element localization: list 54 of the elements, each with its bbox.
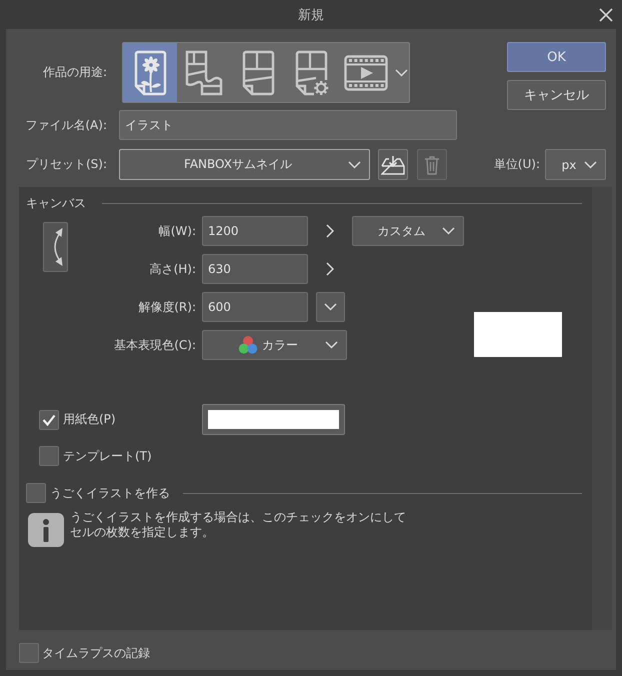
scroll-pages-icon	[184, 50, 224, 96]
unit-dropdown[interactable]: px	[545, 149, 606, 180]
width-field[interactable]: 1200	[202, 216, 308, 246]
info-icon	[28, 513, 64, 547]
size-preset-dropdown[interactable]: カスタム	[352, 216, 464, 246]
close-button[interactable]	[598, 6, 614, 22]
file-name-field[interactable]: イラスト	[119, 110, 457, 140]
chevron-down-icon	[325, 341, 338, 349]
purpose-label: 作品の用途:	[42, 64, 107, 81]
resolution-label: 解像度(R):	[137, 298, 196, 316]
checkbox[interactable]	[39, 446, 59, 466]
color-mode-label: 基本表現色(C):	[113, 336, 196, 354]
chevron-down-icon	[348, 160, 361, 168]
trash-icon	[424, 154, 440, 174]
swap-size-button[interactable]	[43, 222, 68, 272]
color-circles-icon	[238, 335, 258, 355]
canvas-section-title: キャンバス	[26, 194, 86, 212]
width-label: 幅(W):	[158, 222, 196, 240]
paper-color-label: 用紙色(P)	[63, 411, 116, 428]
checkbox[interactable]	[26, 483, 46, 503]
comic-page-gear-icon	[294, 50, 330, 96]
preset-label: プリセット(S):	[24, 156, 107, 173]
preset-dropdown[interactable]: FANBOXサムネイル	[119, 149, 370, 180]
chevron-right-icon[interactable]	[326, 262, 334, 276]
height-field[interactable]: 630	[202, 254, 308, 284]
checkmark-icon	[42, 414, 56, 426]
chevron-down-icon	[442, 227, 455, 235]
chevron-down-icon	[584, 160, 597, 168]
cancel-button[interactable]: キャンセル	[507, 80, 606, 110]
mode-button[interactable]	[123, 43, 177, 102]
chevron-down-icon	[324, 303, 337, 311]
resolution-menu-button[interactable]	[316, 292, 345, 322]
timelapse-label: タイムラプスの記録	[42, 644, 150, 662]
flower-page-icon	[133, 50, 167, 96]
chevron-right-icon[interactable]	[326, 224, 334, 238]
close-icon	[598, 6, 614, 22]
save-preset-button[interactable]	[378, 149, 408, 180]
color-mode-dropdown[interactable]: カラー	[202, 330, 347, 360]
checkbox[interactable]	[19, 643, 39, 663]
comic-page-icon	[241, 50, 275, 96]
unit-label: 単位(U):	[494, 156, 540, 173]
tray-download-icon	[381, 154, 405, 174]
animation-label: うごくイラストを作る	[50, 484, 170, 502]
height-label: 高さ(H):	[148, 260, 196, 278]
chevron-down-icon	[394, 68, 408, 76]
resolution-field[interactable]: 600	[202, 292, 308, 322]
template-label: テンプレート(T)	[63, 448, 152, 464]
film-play-icon	[344, 54, 388, 90]
window-title: 新規	[298, 6, 324, 24]
paper-color-swatch[interactable]	[202, 404, 345, 435]
file-name-label: ファイル名(A):	[24, 116, 107, 134]
checkbox[interactable]	[39, 410, 59, 430]
info-text: うごくイラストを作成する場合は、このチェックをオンにしてセルの枚数を指定します。	[70, 510, 407, 540]
ok-button[interactable]: OK	[507, 42, 606, 72]
